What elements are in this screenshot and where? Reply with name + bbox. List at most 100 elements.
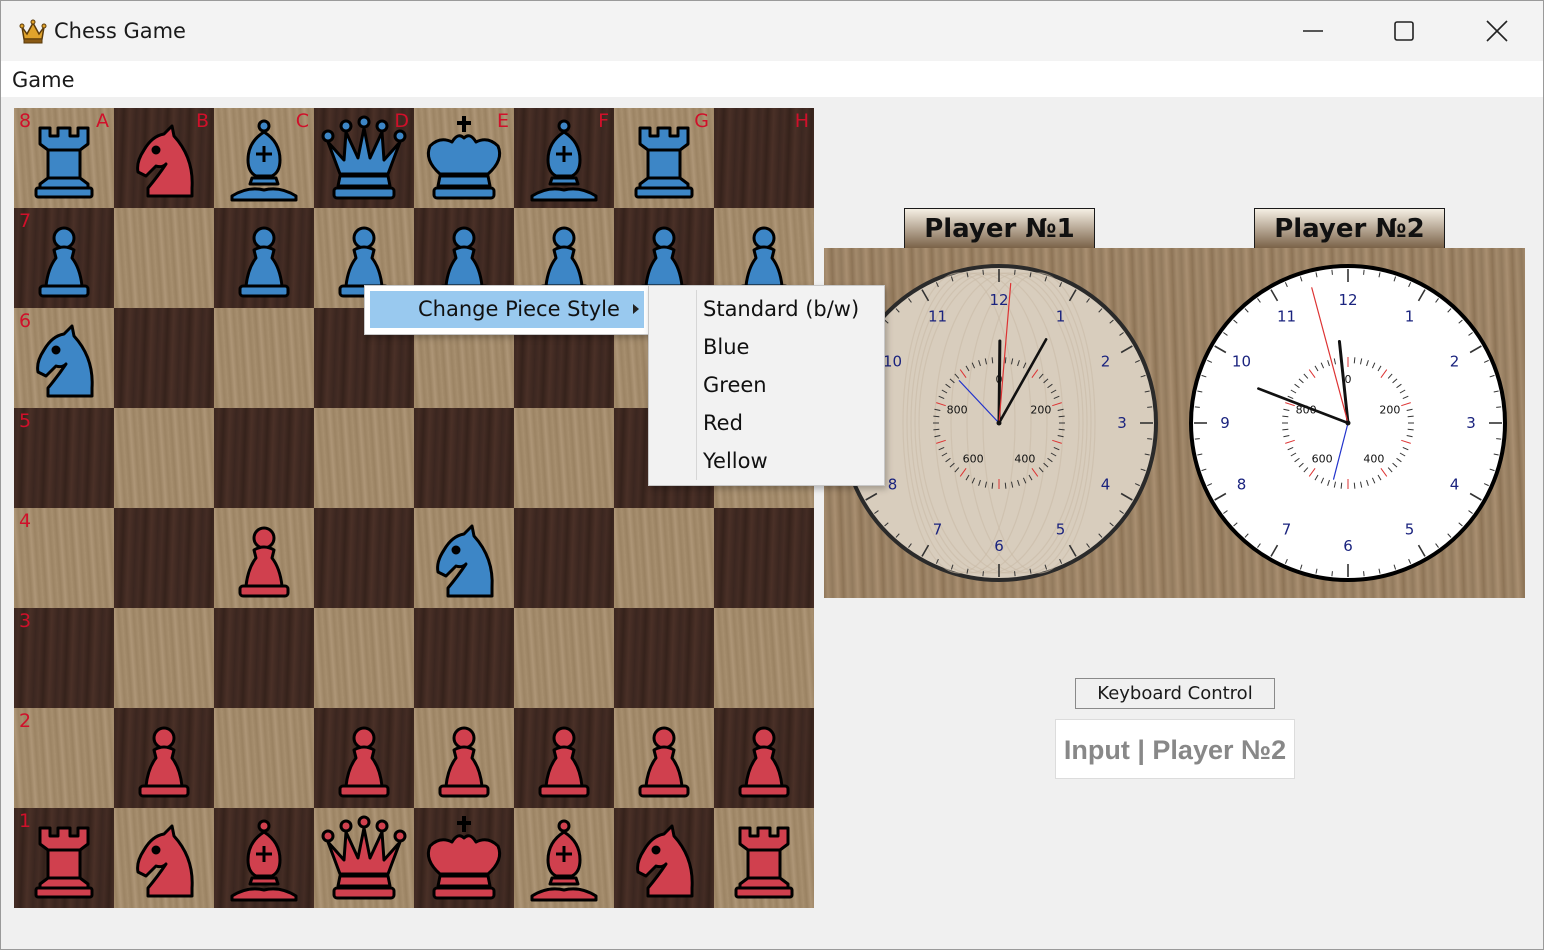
red-pawn-piece[interactable]	[118, 712, 210, 804]
square-c5[interactable]	[214, 408, 314, 508]
square-d4[interactable]	[314, 508, 414, 608]
style-option-label: Blue	[703, 335, 750, 359]
style-option-green[interactable]: Green	[653, 368, 879, 404]
rank-label: 5	[19, 410, 32, 432]
red-pawn-piece[interactable]	[718, 712, 810, 804]
blue-rook-piece[interactable]	[18, 112, 110, 204]
subdial-tick	[1353, 482, 1356, 489]
menu-game[interactable]: Game	[12, 68, 75, 92]
square-a5[interactable]: 5	[14, 408, 114, 508]
rank-label: 3	[19, 610, 32, 632]
square-h3[interactable]	[714, 608, 814, 708]
square-c6[interactable]	[214, 308, 314, 408]
blue-queen-piece[interactable]	[318, 112, 410, 204]
style-option-blue[interactable]: Blue	[653, 330, 879, 366]
square-g4[interactable]	[614, 508, 714, 608]
square-d3[interactable]	[314, 608, 414, 708]
subdial-tick	[1004, 482, 1007, 489]
style-option-yellow[interactable]: Yellow	[653, 444, 879, 480]
window-title: Chess Game	[54, 19, 186, 43]
square-c3[interactable]	[214, 608, 314, 708]
subdial-number: 400	[1363, 453, 1384, 466]
close-button[interactable]	[1451, 1, 1543, 61]
blue-pawn-piece[interactable]	[218, 212, 310, 304]
maximize-button[interactable]	[1358, 1, 1450, 61]
clock-tick	[1147, 406, 1153, 408]
red-queen-piece[interactable]	[318, 812, 410, 904]
blue-king-piece[interactable]	[418, 112, 510, 204]
change-piece-style-item[interactable]: Change Piece Style	[370, 291, 644, 328]
title-bar[interactable]: Chess Game	[1, 1, 1543, 61]
red-king-piece[interactable]	[418, 812, 510, 904]
maximize-icon	[1394, 21, 1414, 41]
red-knight-piece[interactable]	[118, 112, 210, 204]
subdial-tick	[933, 428, 940, 431]
subdial-number: 600	[1312, 453, 1333, 466]
menu-bar: Game	[1, 61, 1543, 97]
player-1-label: Player №1	[904, 208, 1095, 249]
square-f3[interactable]	[514, 608, 614, 708]
square-b7[interactable]	[114, 208, 214, 308]
clock-tick	[1331, 571, 1333, 577]
red-knight-piece[interactable]	[118, 812, 210, 904]
red-pawn-piece[interactable]	[218, 512, 310, 604]
subdial-tick	[1058, 428, 1065, 431]
blue-knight-piece[interactable]	[18, 312, 110, 404]
chess-board[interactable]: 8ABCDEFGH7654321	[14, 108, 814, 908]
red-bishop-piece[interactable]	[518, 812, 610, 904]
square-c2[interactable]	[214, 708, 314, 808]
player-2-clock: 1212345678910110200400600800	[1189, 264, 1507, 582]
blue-rook-piece[interactable]	[618, 112, 710, 204]
player-input-field[interactable]: Input | Player №2	[1055, 719, 1295, 779]
clock-number: 4	[1101, 476, 1111, 494]
style-option-red[interactable]: Red	[653, 406, 879, 442]
blue-knight-piece[interactable]	[418, 512, 510, 604]
square-f5[interactable]	[514, 408, 614, 508]
square-e5[interactable]	[414, 408, 514, 508]
square-b6[interactable]	[114, 308, 214, 408]
square-f4[interactable]	[514, 508, 614, 608]
clock-tick	[1496, 406, 1502, 408]
clock-center	[996, 420, 1002, 426]
clock-number: 5	[1056, 521, 1066, 539]
square-g3[interactable]	[614, 608, 714, 708]
clock-tick	[982, 269, 984, 275]
subdial-number: 400	[1014, 453, 1035, 466]
square-a4[interactable]: 4	[14, 508, 114, 608]
clock-number: 6	[1343, 537, 1353, 555]
subdial-tick	[991, 357, 994, 364]
square-a3[interactable]: 3	[14, 608, 114, 708]
style-option-label: Yellow	[703, 449, 768, 473]
blue-bishop-piece[interactable]	[218, 112, 310, 204]
square-d5[interactable]	[314, 408, 414, 508]
red-rook-piece[interactable]	[18, 812, 110, 904]
square-a2[interactable]: 2	[14, 708, 114, 808]
red-pawn-piece[interactable]	[518, 712, 610, 804]
blue-pawn-piece[interactable]	[18, 212, 110, 304]
blue-bishop-piece[interactable]	[518, 112, 610, 204]
red-pawn-piece[interactable]	[618, 712, 710, 804]
keyboard-control-button[interactable]: Keyboard Control	[1075, 678, 1275, 709]
minimize-button[interactable]	[1267, 1, 1359, 61]
square-h8[interactable]: H	[714, 108, 814, 208]
square-b4[interactable]	[114, 508, 214, 608]
red-bishop-piece[interactable]	[218, 812, 310, 904]
clock-number: 7	[1282, 521, 1292, 539]
square-b3[interactable]	[114, 608, 214, 708]
red-rook-piece[interactable]	[718, 812, 810, 904]
clock-tick	[1194, 438, 1200, 440]
clock-number: 8	[888, 476, 898, 494]
square-b5[interactable]	[114, 408, 214, 508]
square-h4[interactable]	[714, 508, 814, 608]
red-knight-piece[interactable]	[618, 812, 710, 904]
red-pawn-piece[interactable]	[318, 712, 410, 804]
rank-label: 4	[19, 510, 32, 532]
square-e3[interactable]	[414, 608, 514, 708]
subdial-number: 600	[963, 453, 984, 466]
subdial-number: 800	[947, 403, 968, 416]
subdial-tick	[1340, 482, 1343, 489]
style-option-standard[interactable]: Standard (b/w)	[653, 292, 879, 328]
red-pawn-piece[interactable]	[418, 712, 510, 804]
subdial-tick	[1407, 428, 1414, 431]
clock-number: 12	[1338, 291, 1357, 309]
